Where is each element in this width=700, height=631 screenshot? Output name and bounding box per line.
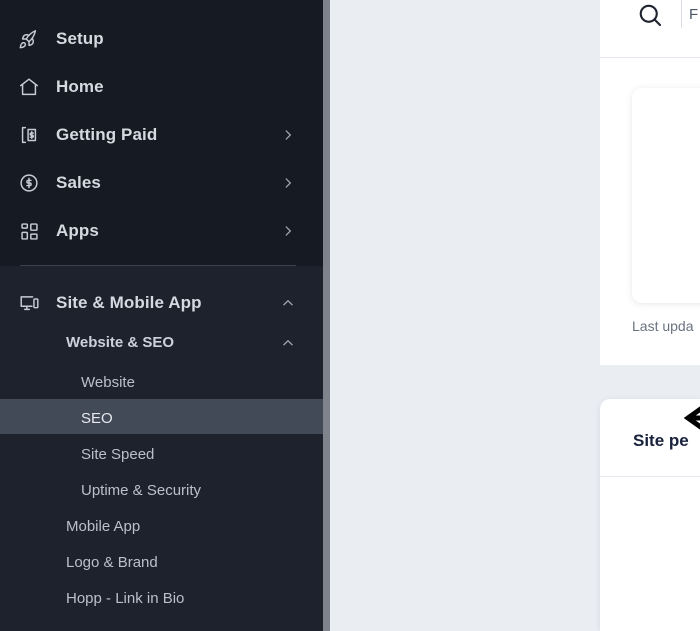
sidebar-item-site-speed[interactable]: Site Speed — [0, 437, 323, 473]
sidebar-item-website[interactable]: Website — [0, 365, 323, 401]
sidebar-divider — [20, 265, 296, 266]
main-content: F Last upda Site pe — [330, 0, 700, 631]
sidebar-item-label: Site & Mobile App — [56, 293, 202, 312]
sidebar-item-label: Site Speed — [81, 446, 155, 463]
sidebar-item-label: Hopp - Link in Bio — [66, 590, 185, 607]
sidebar-item-website-and-seo[interactable]: Website & SEO — [0, 321, 323, 365]
sidebar-item-label: Sales — [56, 173, 101, 192]
sidebar-item-label: Logo & Brand — [66, 554, 158, 571]
panel-divider — [600, 476, 700, 477]
chevron-right-icon[interactable] — [281, 128, 295, 142]
sidebar-item-logo-and-brand[interactable]: Logo & Brand — [0, 545, 323, 581]
sidebar-item-label: Uptime & Security — [81, 482, 202, 499]
sidebar-scrollbar[interactable] — [323, 0, 330, 631]
search-icon[interactable] — [635, 0, 665, 30]
sidebar-item-label: Apps — [56, 221, 99, 240]
sidebar-item-label: Mobile App — [66, 518, 141, 535]
chevron-up-icon[interactable] — [281, 296, 295, 310]
chevron-up-icon[interactable] — [281, 336, 295, 350]
overview-panel: Last upda — [600, 58, 700, 365]
circle-dollar-icon — [16, 170, 42, 196]
monitor-mobile-icon — [16, 290, 42, 316]
header-label: F — [689, 6, 699, 23]
header-divider — [681, 0, 682, 28]
last-updated-label: Last upda — [632, 318, 694, 334]
sidebar-item-label: Setup — [56, 29, 104, 48]
sidebar-item-label: Getting Paid — [56, 125, 158, 144]
sidebar-item-label: Home — [56, 77, 104, 96]
sidebar-item-mobile-app[interactable]: Mobile App — [0, 509, 323, 545]
sidebar-item-label: SEO — [81, 410, 113, 427]
sidebar-item-seo[interactable]: SEO — [0, 401, 323, 437]
invoice-dollar-icon — [16, 122, 42, 148]
grid-apps-icon — [16, 218, 42, 244]
chevron-right-icon[interactable] — [281, 224, 295, 238]
sidebar-item-apps[interactable]: Apps — [0, 207, 323, 255]
metric-card[interactable] — [632, 88, 700, 303]
sidebar-item-hopp-link-in-bio[interactable]: Hopp - Link in Bio — [0, 581, 323, 617]
sidebar-item-label: Website — [81, 374, 135, 391]
chevron-right-icon[interactable] — [281, 176, 295, 190]
sidebar-item-getting-paid[interactable]: Getting Paid — [0, 111, 323, 159]
sidebar-item-site-and-mobile-app[interactable]: Site & Mobile App — [0, 279, 323, 327]
sidebar-item-setup[interactable]: Setup — [0, 15, 323, 63]
sidebar-item-sales[interactable]: Sales — [0, 159, 323, 207]
sidebar-item-uptime-and-security[interactable]: Uptime & Security — [0, 473, 323, 509]
rocket-icon — [16, 26, 42, 52]
sidebar: Setup Home Getting Paid Sales Apps Site … — [0, 0, 330, 631]
left-arrow-icon — [680, 392, 700, 444]
sidebar-item-home[interactable]: Home — [0, 63, 323, 111]
sidebar-subsection-label: Website & SEO — [66, 334, 175, 351]
home-icon — [16, 74, 42, 100]
